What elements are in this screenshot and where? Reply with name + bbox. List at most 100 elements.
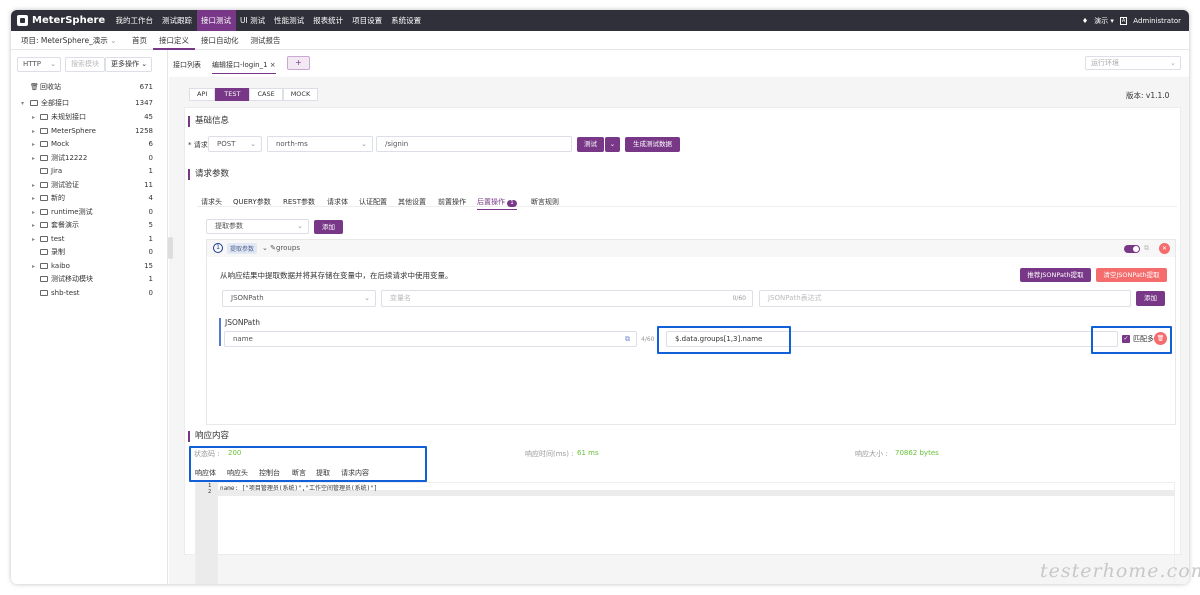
project-switcher[interactable]: 项目: MeterSphere_演示 ⌄ bbox=[11, 35, 126, 46]
copy-icon[interactable]: ⧉ bbox=[1144, 244, 1149, 253]
nav-ui-test[interactable]: UI 测试 bbox=[236, 10, 270, 31]
folder-icon bbox=[40, 141, 48, 147]
generate-data-button[interactable]: 生成测试数据 bbox=[625, 137, 680, 152]
response-time-value: 61 ms bbox=[577, 449, 599, 457]
nav-performance[interactable]: 性能测试 bbox=[270, 10, 309, 31]
test-dropdown-button[interactable]: ⌄ bbox=[605, 137, 620, 152]
nav-project-settings[interactable]: 项目设置 bbox=[348, 10, 387, 31]
tree-node[interactable]: 测试移动模块 1 bbox=[11, 273, 161, 287]
tree-node[interactable]: ▸ kaibo 15 bbox=[11, 260, 161, 274]
bell-icon[interactable]: ♦ bbox=[1082, 17, 1088, 25]
chevron-down-icon: ⌄ bbox=[361, 140, 367, 148]
folder-icon bbox=[40, 114, 48, 120]
clear-jsonpath-button[interactable]: 清空JSONPath提取 bbox=[1096, 268, 1167, 282]
subnav-test-report[interactable]: 测试报告 bbox=[245, 31, 287, 50]
recommend-jsonpath-button[interactable]: 推荐JSONPath提取 bbox=[1020, 268, 1091, 282]
tab-body[interactable]: 请求体 bbox=[327, 197, 348, 207]
delete-icon[interactable]: ✕ bbox=[1159, 243, 1170, 254]
tree-node[interactable]: Jira 1 bbox=[11, 165, 161, 179]
tree-node[interactable]: ▸ test 1 bbox=[11, 233, 161, 247]
nav-workbench[interactable]: 我的工作台 bbox=[111, 10, 158, 31]
folder-icon bbox=[40, 208, 48, 215]
jsonpath-row-name-count: 4/60 bbox=[641, 336, 655, 343]
tab-pre-ops[interactable]: 前置操作 bbox=[438, 197, 466, 207]
tab-api-list[interactable]: 接口列表 bbox=[173, 60, 201, 70]
module-sidebar: HTTP ⌄ 搜索模块 更多操作 ⌄ 🗑 回收站 671 ▾ 全部接口 1347 … bbox=[11, 50, 168, 584]
tree-node[interactable]: ▸ runtime测试 0 bbox=[11, 206, 161, 220]
basic-info-title: 基础信息 bbox=[188, 116, 229, 127]
folder-icon bbox=[40, 222, 48, 228]
mode-mock[interactable]: MOCK bbox=[282, 88, 319, 101]
trash-node[interactable]: 🗑 回收站 671 bbox=[11, 81, 161, 95]
more-ops-dropdown[interactable]: 更多操作 ⌄ bbox=[105, 57, 152, 72]
extract-name[interactable]: ⌄ ✎groups bbox=[262, 244, 300, 252]
chevron-down-icon: ⌄ bbox=[50, 60, 56, 68]
tree-node[interactable]: ▸ 未规划接口 45 bbox=[11, 111, 161, 125]
language-icon[interactable]: A bbox=[1119, 16, 1128, 25]
tab-query[interactable]: QUERY参数 bbox=[233, 197, 271, 207]
tab-edit-login[interactable]: 编辑接口-login_1 × bbox=[212, 60, 276, 74]
jsonpath-row-name-input[interactable]: name ⧉ bbox=[224, 331, 637, 347]
nav-system-settings[interactable]: 系统设置 bbox=[387, 10, 426, 31]
jsonpath-expression-input[interactable]: JSONPath表达式 bbox=[759, 290, 1131, 307]
add-extract-button[interactable]: 添加 bbox=[314, 220, 343, 234]
add-tab-button[interactable]: + bbox=[287, 56, 310, 70]
mode-api[interactable]: API bbox=[189, 88, 216, 101]
path-input[interactable]: /signin bbox=[376, 136, 572, 152]
logo-icon bbox=[17, 15, 28, 26]
tab-assertions[interactable]: 断言规则 bbox=[531, 197, 559, 207]
tab-headers[interactable]: 请求头 bbox=[201, 197, 222, 207]
mode-case[interactable]: CASE bbox=[249, 88, 283, 101]
enable-toggle[interactable] bbox=[1124, 245, 1140, 253]
caret-right-icon: ▸ bbox=[32, 208, 36, 216]
folder-icon bbox=[40, 195, 48, 201]
trash-icon: 🗑 bbox=[30, 83, 39, 91]
response-line-1: name: ["项目管理员(系统)","工作空间管理员(系统)"] bbox=[220, 485, 378, 492]
app-window: MeterSphere 我的工作台 测试跟踪 接口测试 UI 测试 性能测试 报… bbox=[11, 10, 1189, 584]
nav-report[interactable]: 报表统计 bbox=[309, 10, 348, 31]
sidebar-resize-handle[interactable] bbox=[168, 237, 173, 259]
tree-node[interactable]: ▸ 测试12222 0 bbox=[11, 152, 161, 166]
module-search-input[interactable]: 搜索模块 bbox=[65, 57, 105, 72]
tree-node[interactable]: ▸ 测试验证 11 bbox=[11, 179, 161, 193]
tree-node[interactable]: ▸ Mock 6 bbox=[11, 138, 161, 152]
subnav-api-automation[interactable]: 接口自动化 bbox=[195, 31, 245, 50]
tree-node[interactable]: 录制 0 bbox=[11, 246, 161, 260]
user-menu[interactable]: Administrator bbox=[1133, 17, 1181, 25]
tree-node[interactable]: ▸ MeterSphere 1258 bbox=[11, 125, 161, 139]
caret-right-icon: ▸ bbox=[32, 222, 36, 229]
copy-icon[interactable]: ⧉ bbox=[625, 332, 630, 346]
top-navbar: MeterSphere 我的工作台 测试跟踪 接口测试 UI 测试 性能测试 报… bbox=[11, 10, 1189, 31]
tab-rest[interactable]: REST参数 bbox=[283, 197, 315, 207]
subnav-home[interactable]: 首页 bbox=[126, 31, 153, 50]
tree-node[interactable]: shb-test 0 bbox=[11, 287, 161, 301]
tab-auth[interactable]: 认证配置 bbox=[359, 197, 387, 207]
response-editor[interactable]: 1 2 name: ["项目管理员(系统)","工作空间管理员(系统)"] bbox=[195, 482, 1175, 584]
test-button[interactable]: 测试 bbox=[577, 137, 604, 152]
extract-method-select[interactable]: JSONPath ⌄ bbox=[222, 290, 376, 307]
mode-test[interactable]: TEST bbox=[215, 88, 250, 101]
brand-logo[interactable]: MeterSphere bbox=[11, 15, 111, 26]
nav-api-test[interactable]: 接口测试 bbox=[196, 10, 236, 31]
nav-test-track[interactable]: 测试跟踪 bbox=[158, 10, 197, 31]
variable-name-input[interactable]: 变量名 0/60 bbox=[381, 290, 753, 307]
environment-select[interactable]: north-ms ⌄ bbox=[267, 136, 373, 152]
method-select[interactable]: POST ⌄ bbox=[208, 136, 262, 152]
add-jsonpath-button[interactable]: 添加 bbox=[1136, 291, 1165, 306]
folder-icon bbox=[40, 181, 48, 188]
close-icon[interactable]: × bbox=[270, 61, 276, 69]
extract-type-select[interactable]: 提取参数 ⌄ bbox=[206, 219, 309, 234]
tree-node[interactable]: ▸ 新的 4 bbox=[11, 192, 161, 206]
folder-icon bbox=[40, 168, 48, 174]
tree-node[interactable]: ▸ 套餐演示 5 bbox=[11, 219, 161, 233]
sub-navbar: 项目: MeterSphere_演示 ⌄ 首页 接口定义 接口自动化 测试报告 bbox=[11, 31, 1189, 50]
caret-right-icon: ▸ bbox=[32, 127, 36, 135]
tab-other[interactable]: 其他设置 bbox=[398, 197, 426, 207]
root-node[interactable]: ▾ 全部接口 1347 bbox=[11, 97, 161, 111]
protocol-select[interactable]: HTTP ⌄ bbox=[17, 57, 61, 72]
workspace-switcher[interactable]: 演示 ▾ bbox=[1094, 16, 1114, 26]
folder-icon bbox=[40, 127, 48, 134]
env-select[interactable]: 运行环境 ⌄ bbox=[1085, 56, 1181, 70]
tab-post-ops[interactable]: 后置操作 1 bbox=[477, 197, 517, 210]
subnav-api-definition[interactable]: 接口定义 bbox=[153, 31, 195, 50]
